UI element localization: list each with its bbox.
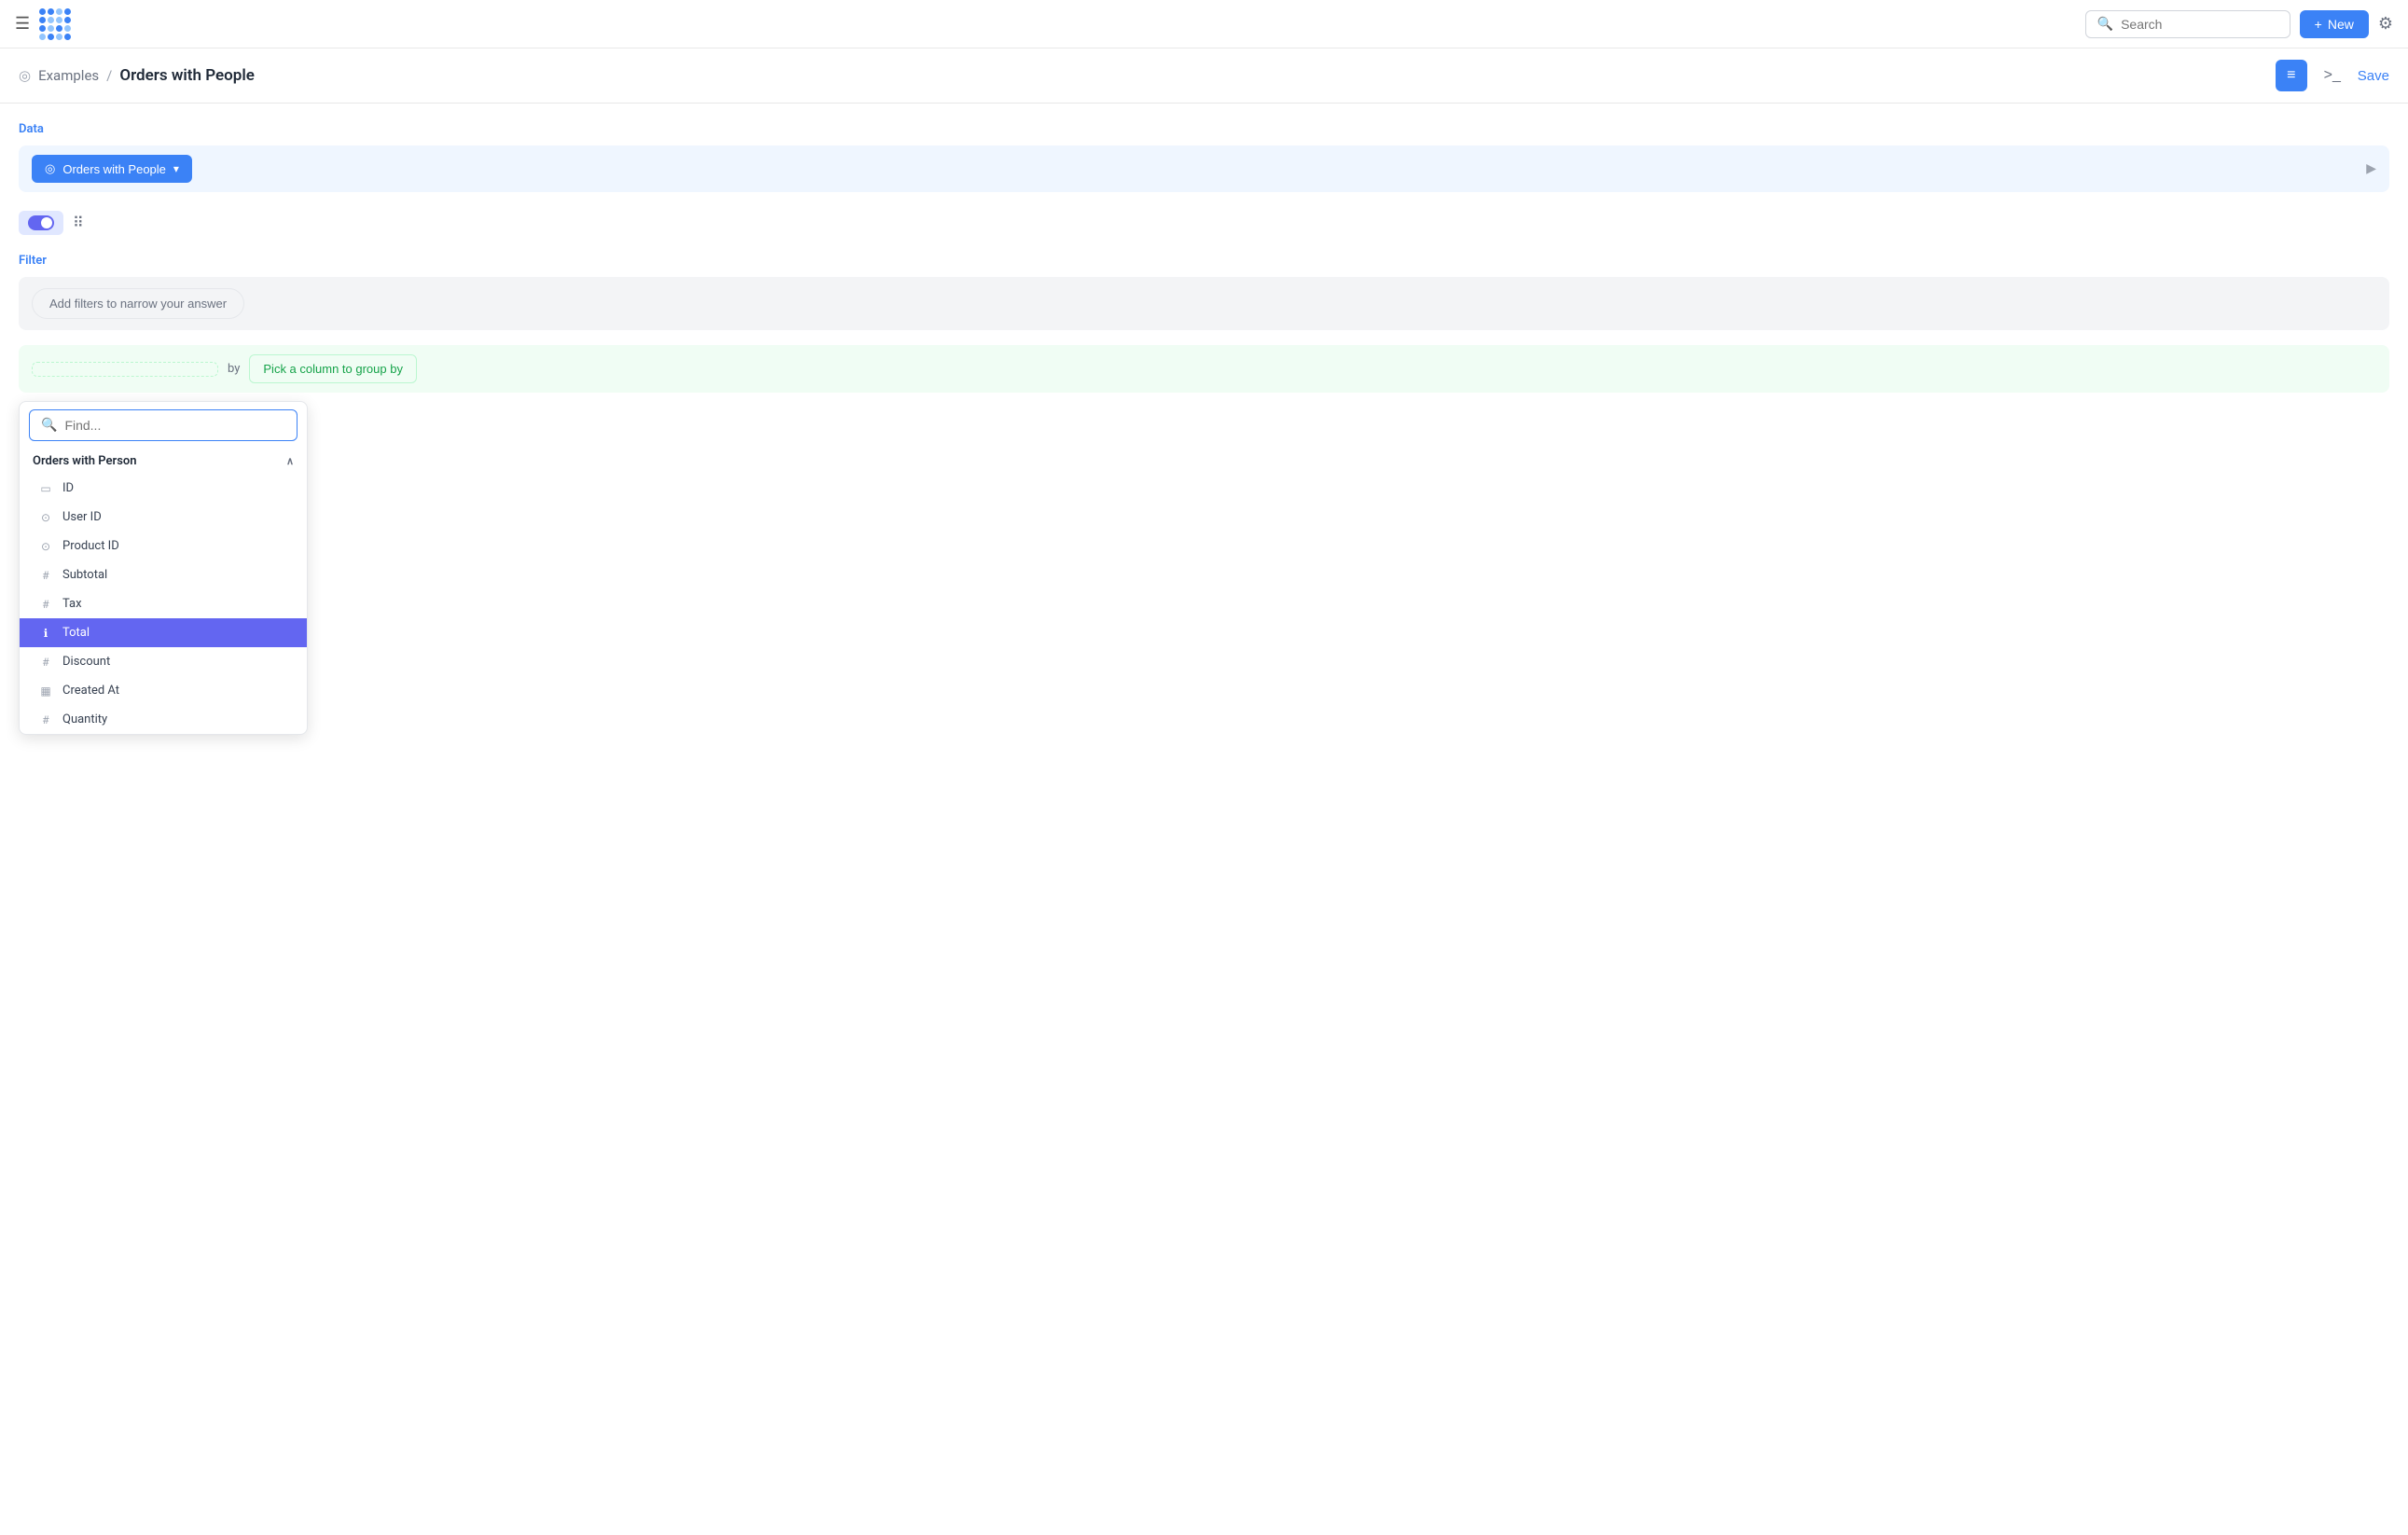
logo-dot [39,8,46,15]
terminal-button[interactable]: >_ [2317,60,2348,91]
grid-icon: ⠿ [73,215,84,231]
dropdown-item-discount[interactable]: # Discount [20,647,307,676]
dropdown-item-created-at[interactable]: ▦ Created At [20,676,307,705]
logo-dot [64,8,71,15]
dropdown-item-label: Created At [62,684,119,698]
filter-section: Filter Add filters to narrow your answer [19,254,2389,330]
created-at-field-icon: ▦ [38,685,53,698]
total-field-icon: ℹ [38,627,53,640]
data-section: Data ◎ Orders with People ▾ ▶ [19,122,2389,192]
logo-icon [39,8,71,40]
logo-dot [64,17,71,23]
search-box[interactable]: 🔍 [2085,10,2290,38]
dropdown-search-input[interactable] [64,418,285,433]
expand-arrow-icon[interactable]: ▶ [2366,161,2376,176]
toggle-inner [28,215,54,230]
logo-dot [56,34,62,40]
breadcrumb-home-icon: ◎ [19,67,31,84]
new-button[interactable]: + New [2300,10,2369,38]
top-navigation: ☰ 🔍 + New ⚙ [0,0,2408,48]
logo-dot [64,34,71,40]
data-pill-label: Orders with People [62,162,166,176]
field-dropdown-panel: 🔍 Orders with Person ∧ ▭ ID ⊙ User ID ⊙ … [19,401,308,735]
product-id-field-icon: ⊙ [38,540,53,553]
dropdown-item-label: User ID [62,510,102,524]
dropdown-item-id[interactable]: ▭ ID [20,474,307,503]
dropdown-item-label: Product ID [62,539,119,553]
dropdown-search-icon: 🔍 [41,418,57,433]
dropdown-item-label: Discount [62,655,110,669]
filter-section-label: Filter [19,254,2389,268]
plus-icon: + [2315,17,2322,32]
quantity-field-icon: # [38,713,53,726]
logo-dot [56,17,62,23]
toggle-knob [41,217,52,228]
breadcrumb: ◎ Examples / Orders with People [19,66,255,85]
breadcrumb-actions: ≡ >_ Save [2276,60,2389,91]
new-button-label: New [2328,17,2354,32]
user-id-field-icon: ⊙ [38,511,53,524]
terminal-icon: >_ [2324,67,2341,84]
logo-dot [39,25,46,32]
id-field-icon: ▭ [38,482,53,495]
logo-dot [48,17,54,23]
logo-dot [48,34,54,40]
dropdown-item-label: Subtotal [62,568,107,582]
chevron-up-icon[interactable]: ∧ [286,455,294,467]
dropdown-search-wrapper[interactable]: 🔍 [29,409,298,441]
hamburger-icon[interactable]: ☰ [15,14,30,34]
data-source-button[interactable]: ◎ Orders with People ▾ [32,155,192,183]
dropdown-item-user-id[interactable]: ⊙ User ID [20,503,307,532]
breadcrumb-separator: / [106,67,112,84]
tax-field-icon: # [38,598,53,611]
dropdown-item-subtotal[interactable]: # Subtotal [20,560,307,589]
breadcrumb-home[interactable]: Examples [38,67,99,84]
grid-view-button[interactable]: ⠿ [73,214,84,232]
logo-dot [39,17,46,23]
breadcrumb-current: Orders with People [119,66,255,85]
subtotal-field-icon: # [38,569,53,582]
save-button[interactable]: Save [2358,68,2389,84]
dropdown-item-label: Quantity [62,712,107,726]
dropdown-item-tax[interactable]: # Tax [20,589,307,618]
search-input[interactable] [2121,17,2278,32]
discount-field-icon: # [38,656,53,669]
summarize-row: by Pick a column to group by [19,345,2389,393]
list-view-button[interactable]: ≡ [2276,60,2307,91]
logo-dot [39,34,46,40]
dropdown-item-total[interactable]: ℹ Total [20,618,307,647]
add-filter-button[interactable]: Add filters to narrow your answer [32,288,244,319]
main-content: Data ◎ Orders with People ▾ ▶ ⠿ Filter A… [0,104,2408,411]
dropdown-group-header: Orders with Person ∧ [20,445,307,474]
filter-area: Add filters to narrow your answer [19,277,2389,330]
breadcrumb-bar: ◎ Examples / Orders with People ≡ >_ Sav… [0,48,2408,104]
logo-dot [48,25,54,32]
chevron-down-icon: ▾ [173,162,179,175]
dropdown-item-label: Tax [62,597,82,611]
nav-right: 🔍 + New ⚙ [2085,10,2393,38]
nav-left: ☰ [15,8,71,40]
toggle-row: ⠿ [19,211,2389,235]
toggle-button[interactable] [19,211,63,235]
dropdown-item-label: ID [62,481,74,495]
dropdown-item-label: Total [62,626,90,640]
logo-dot [64,25,71,32]
data-section-label: Data [19,122,2389,136]
logo-dot [56,25,62,32]
group-by-button[interactable]: Pick a column to group by [249,354,417,383]
summarize-empty[interactable] [32,362,218,377]
summarize-by-label: by [228,362,240,376]
logo-dot [56,8,62,15]
list-view-icon: ≡ [2287,67,2295,84]
data-pill-icon: ◎ [45,161,55,176]
dropdown-item-quantity[interactable]: # Quantity [20,705,307,734]
dropdown-item-product-id[interactable]: ⊙ Product ID [20,532,307,560]
dropdown-group-label: Orders with Person [33,454,137,468]
settings-icon[interactable]: ⚙ [2378,14,2393,34]
data-pill-row: ◎ Orders with People ▾ ▶ [19,145,2389,192]
logo-dot [48,8,54,15]
search-icon: 🔍 [2097,17,2113,32]
